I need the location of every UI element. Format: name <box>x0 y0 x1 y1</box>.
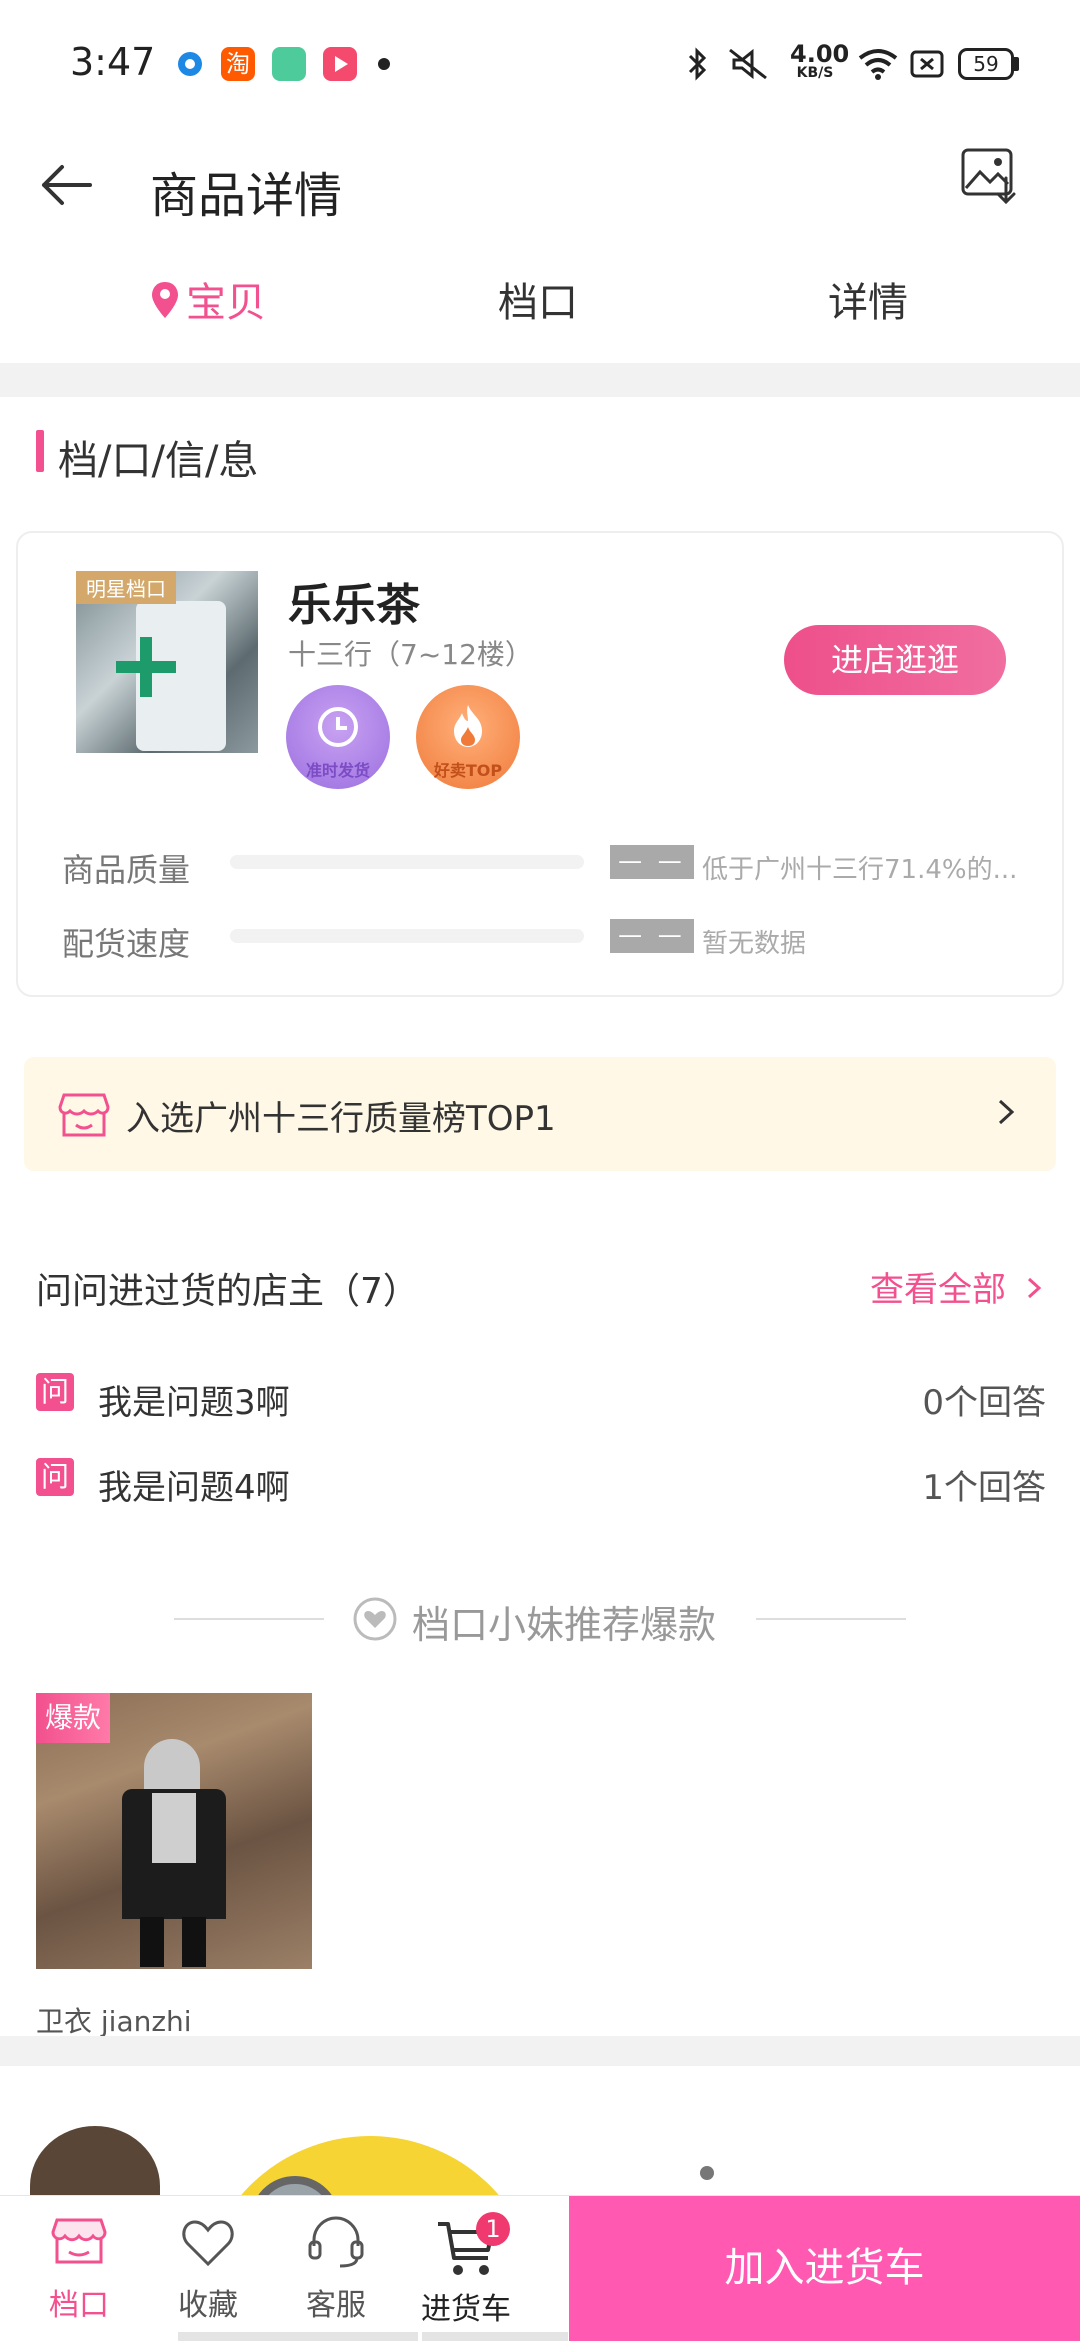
question-row[interactable]: 问 我是问题3啊 0个回答 <box>36 1373 1046 1423</box>
answer-count: 0个回答 <box>922 1383 1046 1423</box>
answer-count: 1个回答 <box>922 1468 1046 1508</box>
app-circle-icon <box>173 47 207 81</box>
store-icon <box>58 1089 110 1143</box>
metric-score-quality: — — <box>610 845 694 879</box>
back-arrow-icon[interactable] <box>36 160 96 214</box>
ranking-banner-text: 入选广州十三行质量榜TOP1 <box>126 1099 556 1139</box>
shop-icon <box>51 2212 107 2272</box>
divider-line <box>756 1618 906 1620</box>
question-text: 我是问题4啊 <box>98 1468 290 1508</box>
shop-location: 十三行（7~12楼） <box>288 638 533 671</box>
battery-icon: 59 <box>958 48 1014 80</box>
add-to-cart-button[interactable]: 加入进货车 <box>569 2196 1080 2341</box>
bottom-bar: 档口 收藏 客服 1 进货车 加入进货车 <box>0 2195 1080 2341</box>
metric-bar-speed <box>230 929 584 943</box>
status-time: 3:47 <box>70 40 156 84</box>
shop-name: 乐乐茶 <box>288 580 420 631</box>
nav-shop[interactable]: 档口 <box>19 2196 139 2341</box>
tab-label: 详情 <box>828 280 908 326</box>
metric-score-speed: — — <box>610 919 694 953</box>
mute-icon <box>726 46 774 86</box>
taobao-icon: 淘 <box>221 47 255 81</box>
medal-top-seller: 好卖TOP <box>416 685 520 789</box>
section-divider <box>0 363 1080 397</box>
app-play-icon <box>323 47 357 81</box>
ranking-banner[interactable]: 入选广州十三行质量榜TOP1 <box>24 1057 1056 1171</box>
nav-label: 进货车 <box>421 2292 511 2327</box>
section-divider <box>0 2036 1080 2066</box>
divider-line <box>174 1618 324 1620</box>
section-title: 档/口/信/息 <box>58 438 259 484</box>
page-title: 商品详情 <box>150 168 343 224</box>
view-all-label: 查看全部 <box>870 1270 1006 1310</box>
heart-icon <box>180 2216 236 2272</box>
shop-image[interactable]: 明星档口 <box>76 571 258 753</box>
tab-label: 档口 <box>498 280 578 326</box>
nav-service[interactable]: 客服 <box>276 2196 396 2341</box>
fire-icon <box>448 701 488 753</box>
sim-icon <box>910 50 944 82</box>
visit-shop-button[interactable]: 进店逛逛 <box>784 625 1006 695</box>
question-icon: 问 <box>36 1373 74 1411</box>
nav-favorite[interactable]: 收藏 <box>148 2196 268 2341</box>
tab-details[interactable]: 详情 <box>828 270 908 328</box>
nav-label: 客服 <box>306 2288 366 2323</box>
view-all-link[interactable]: 查看全部 <box>870 1262 1043 1312</box>
nav-cart[interactable]: 1 进货车 <box>406 2196 526 2341</box>
status-bar: 3:47 淘 4.00 KB/S 59 <box>0 0 1080 130</box>
header: 商品详情 <box>0 130 1080 240</box>
nav-label: 收藏 <box>178 2288 238 2323</box>
nav-label: 档口 <box>49 2288 109 2323</box>
question-row[interactable]: 问 我是问题4啊 1个回答 <box>36 1458 1046 1508</box>
promo-banner[interactable] <box>0 2066 1080 2196</box>
question-icon: 问 <box>36 1458 74 1496</box>
location-pin-icon <box>150 280 180 330</box>
questions-title: 问问进过货的店主（7） <box>36 1271 419 1312</box>
headset-icon <box>306 2212 366 2276</box>
question-text: 我是问题3啊 <box>98 1383 290 1423</box>
dot-icon <box>378 58 390 70</box>
heart-circle-icon <box>352 1596 398 1646</box>
tab-label: 宝贝 <box>186 280 266 326</box>
shop-badge: 明星档口 <box>76 571 176 604</box>
clock-icon <box>316 705 360 753</box>
tab-baobei[interactable]: 宝贝 <box>150 270 266 330</box>
bluetooth-icon <box>684 46 712 86</box>
chevron-right-icon <box>1025 1272 1043 1312</box>
metric-note-speed: 暂无数据 <box>702 929 807 959</box>
chevron-right-icon <box>994 1097 1018 1131</box>
product-name[interactable]: 卫衣 jianzhi <box>36 2000 192 2040</box>
image-download-icon[interactable] <box>958 144 1024 212</box>
wifi-icon <box>856 46 900 86</box>
hot-tag: 爆款 <box>36 1693 110 1743</box>
product-image[interactable]: 爆款 <box>36 1693 312 1969</box>
medal-on-time: 准时发货 <box>286 685 390 789</box>
section-accent-bar <box>36 430 44 472</box>
tab-dangkou[interactable]: 档口 <box>498 270 578 328</box>
cart-badge: 1 <box>476 2212 510 2246</box>
medal-label: 好卖TOP <box>433 761 503 780</box>
tab-bar: 宝贝 档口 详情 <box>0 240 1080 345</box>
app-green-icon <box>272 47 306 81</box>
metric-note-quality: 低于广州十三行71.4%的... <box>702 855 1018 885</box>
metric-label-speed: 配货速度 <box>62 925 191 963</box>
metric-label-quality: 商品质量 <box>62 851 191 889</box>
recommend-title: 档口小妹推荐爆款 <box>412 1603 717 1647</box>
net-speed: 4.00 KB/S <box>790 40 850 81</box>
shop-card: 明星档口 乐乐茶 十三行（7~12楼） 进店逛逛 准时发货 好卖TOP 商品质量… <box>16 531 1064 997</box>
medal-label: 准时发货 <box>305 761 370 780</box>
metric-bar-quality <box>230 855 584 869</box>
